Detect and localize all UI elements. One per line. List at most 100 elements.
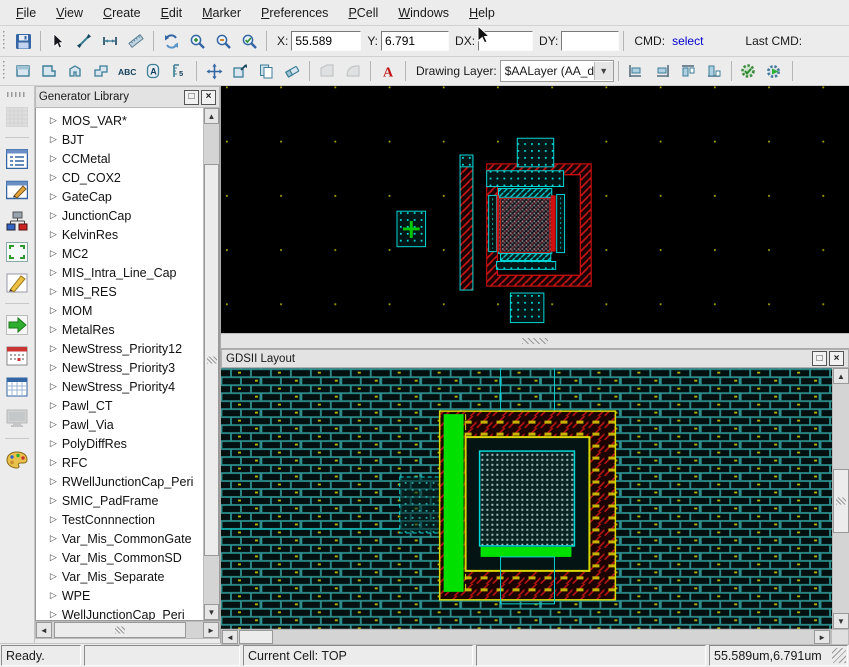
drawing-layer-combobox[interactable]: $AALayer (AA_drawing) ▼ — [500, 60, 614, 82]
expander-icon[interactable]: ▷ — [50, 115, 62, 126]
scroll-up-icon[interactable]: ▲ — [204, 108, 219, 124]
y-input[interactable] — [381, 31, 449, 51]
align-right-button[interactable] — [650, 59, 674, 83]
tree-item[interactable]: ▷BJT — [36, 130, 203, 149]
view-area-button[interactable] — [3, 238, 31, 265]
tree-item[interactable]: ▷MC2 — [36, 244, 203, 263]
toolbar-handle[interactable] — [2, 31, 7, 51]
tree-item[interactable]: ▷SMIC_PadFrame — [36, 491, 203, 510]
expander-icon[interactable]: ▷ — [50, 609, 62, 620]
canvas-splitter[interactable] — [221, 333, 849, 349]
zoom-fit-button[interactable] — [237, 29, 261, 53]
expander-icon[interactable]: ▷ — [50, 457, 62, 468]
gdsii-vscrollbar[interactable]: ▲ ▼ — [832, 368, 849, 629]
select-tool-button[interactable] — [46, 29, 70, 53]
notes-button[interactable] — [3, 269, 31, 296]
expander-icon[interactable]: ▷ — [50, 343, 62, 354]
tree-item[interactable]: ▷KelvinRes — [36, 225, 203, 244]
zoom-in-button[interactable] — [185, 29, 209, 53]
layout-canvas-top[interactable] — [221, 86, 849, 333]
tree-item[interactable]: ▷MOM — [36, 301, 203, 320]
attribute-button[interactable]: A — [376, 59, 400, 83]
tree-item[interactable]: ▷NewStress_Priority4 — [36, 377, 203, 396]
menu-create[interactable]: Create — [93, 3, 151, 23]
align-bottom-button[interactable] — [702, 59, 726, 83]
delete-tool-button[interactable] — [280, 59, 304, 83]
expander-icon[interactable]: ▷ — [50, 514, 62, 525]
menu-windows[interactable]: Windows — [388, 3, 459, 23]
edit-cell-button[interactable] — [3, 176, 31, 203]
run-generator-button[interactable] — [763, 59, 787, 83]
tree-item[interactable]: ▷MetalRes — [36, 320, 203, 339]
layer-palette-button[interactable] — [3, 446, 31, 473]
stretch-tool-button[interactable] — [72, 29, 96, 53]
schedule-button[interactable] — [3, 342, 31, 369]
gdsii-hscroll-track[interactable] — [238, 630, 814, 644]
generator-hscrollbar[interactable]: ◄ ► — [35, 621, 220, 639]
menu-marker[interactable]: Marker — [192, 3, 251, 23]
tree-item[interactable]: ▷NewStress_Priority12 — [36, 339, 203, 358]
gdsii-close-button[interactable]: × — [829, 351, 844, 366]
tree-item[interactable]: ▷WPE — [36, 586, 203, 605]
x-input[interactable] — [291, 31, 361, 51]
expander-icon[interactable]: ▷ — [50, 229, 62, 240]
expander-icon[interactable]: ▷ — [50, 381, 62, 392]
expander-icon[interactable]: ▷ — [50, 362, 62, 373]
gds-scroll-up-icon[interactable]: ▲ — [833, 368, 849, 384]
library-list-button[interactable] — [3, 145, 31, 172]
expander-icon[interactable]: ▷ — [50, 191, 62, 202]
generator-tree[interactable]: ▷MOS_VAR*▷BJT▷CCMetal▷CD_COX2▷GateCap▷Ju… — [36, 108, 203, 620]
expander-icon[interactable]: ▷ — [50, 267, 62, 278]
expander-icon[interactable]: ▷ — [50, 533, 62, 544]
tree-item[interactable]: ▷Pawl_Via — [36, 415, 203, 434]
path2-tool-button[interactable] — [89, 59, 113, 83]
stretch-edit-button[interactable] — [228, 59, 252, 83]
expander-icon[interactable]: ▷ — [50, 438, 62, 449]
generator-vscroll-track[interactable] — [204, 124, 219, 604]
measure-tool-button[interactable] — [98, 29, 122, 53]
expander-icon[interactable]: ▷ — [50, 153, 62, 164]
gds-scroll-right-icon[interactable]: ► — [814, 630, 830, 644]
expander-icon[interactable]: ▷ — [50, 324, 62, 335]
save-button[interactable] — [11, 29, 35, 53]
menu-edit[interactable]: Edit — [151, 3, 193, 23]
new-cell-button[interactable] — [3, 103, 31, 130]
gds-scroll-left-icon[interactable]: ◄ — [222, 630, 238, 644]
gdsii-canvas[interactable] — [221, 368, 832, 629]
align-top-button[interactable] — [676, 59, 700, 83]
redraw-button[interactable] — [159, 29, 183, 53]
expander-icon[interactable]: ▷ — [50, 476, 62, 487]
gds-scroll-down-icon[interactable]: ▼ — [833, 613, 849, 629]
dy-input[interactable] — [561, 31, 619, 51]
gdsii-vscroll-thumb[interactable] — [833, 469, 849, 533]
menu-help[interactable]: Help — [459, 3, 505, 23]
menu-preferences[interactable]: Preferences — [251, 3, 338, 23]
cell-label-tool-button[interactable]: A — [141, 59, 165, 83]
spreadsheet-button[interactable] — [3, 373, 31, 400]
generator-vscrollbar[interactable]: ▲ ▼ — [203, 108, 219, 620]
panel-restore-button[interactable]: □ — [184, 90, 199, 105]
gdsii-hscrollbar[interactable]: ◄ ► — [221, 629, 831, 645]
scroll-right-icon[interactable]: ► — [203, 622, 219, 638]
expander-icon[interactable]: ▷ — [50, 248, 62, 259]
generator-hscroll-thumb[interactable] — [54, 622, 186, 638]
tree-item[interactable]: ▷NewStress_Priority3 — [36, 358, 203, 377]
evaluate-pcell-button[interactable] — [737, 59, 761, 83]
expander-icon[interactable]: ▷ — [50, 419, 62, 430]
rectangle-tool-button[interactable] — [11, 59, 35, 83]
tree-item[interactable]: ▷CCMetal — [36, 149, 203, 168]
fillet-tool-button[interactable] — [341, 59, 365, 83]
export-button[interactable] — [3, 311, 31, 338]
tree-item[interactable]: ▷Var_Mis_CommonSD — [36, 548, 203, 567]
window-resize-grip[interactable] — [832, 648, 846, 663]
toolbar2-handle[interactable] — [2, 61, 7, 81]
panel-close-button[interactable]: × — [201, 90, 216, 105]
tree-item[interactable]: ▷MOS_VAR* — [36, 111, 203, 130]
tree-item[interactable]: ▷JunctionCap — [36, 206, 203, 225]
tree-item[interactable]: ▷CD_COX2 — [36, 168, 203, 187]
hierarchy-button[interactable] — [3, 207, 31, 234]
copy-tool-button[interactable] — [254, 59, 278, 83]
path-tool-button[interactable] — [63, 59, 87, 83]
tree-item[interactable]: ▷RFC — [36, 453, 203, 472]
tree-item[interactable]: ▷WellJunctionCap_Peri — [36, 605, 203, 620]
